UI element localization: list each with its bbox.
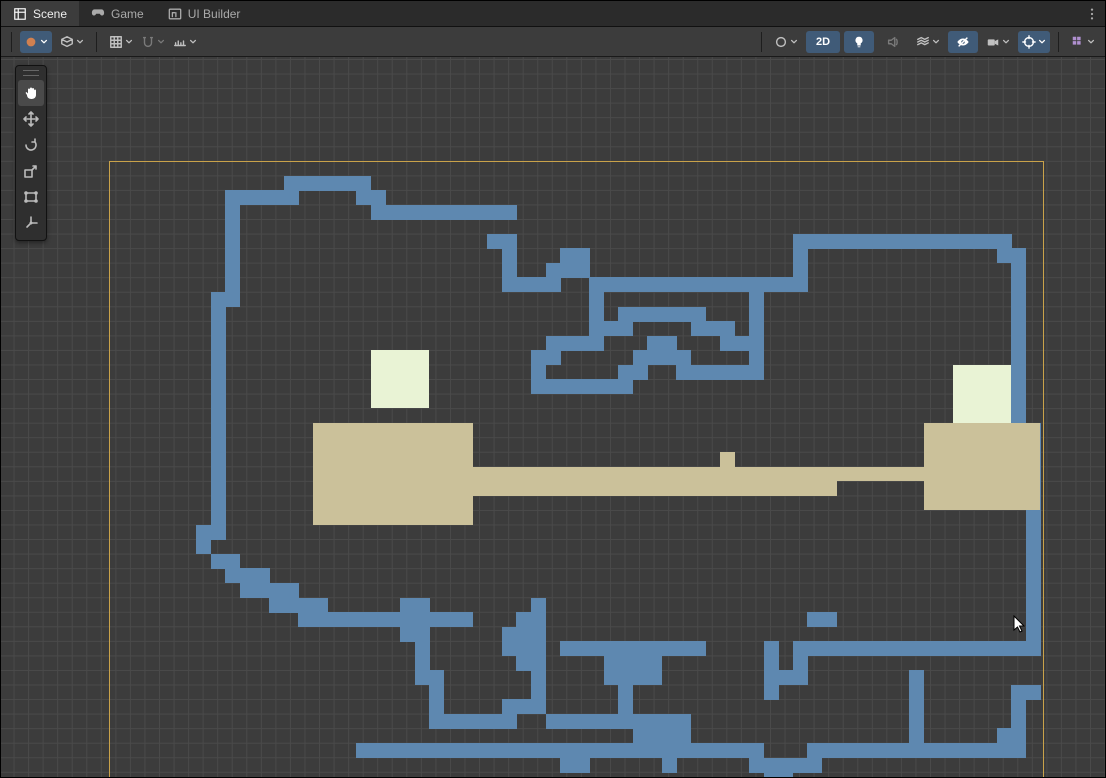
render-mode-group	[20, 31, 52, 53]
snap-button[interactable]	[137, 31, 169, 53]
tool-strip-grip[interactable]	[23, 70, 39, 76]
uibuilder-icon	[168, 7, 182, 21]
rect-tool-button[interactable]	[18, 184, 44, 210]
scene-toolbar: 2D	[1, 27, 1105, 57]
tab-uibuilder[interactable]: UI Builder	[156, 1, 253, 26]
fx-button[interactable]	[912, 31, 944, 53]
camera-bounds	[109, 161, 1044, 777]
toggle-2d-label: 2D	[816, 36, 830, 48]
divider	[761, 32, 762, 52]
tab-game-label: Game	[111, 7, 144, 21]
divider	[11, 32, 12, 52]
draw-mode-button[interactable]	[56, 31, 88, 53]
transform-tool-button[interactable]	[18, 210, 44, 236]
audio-button[interactable]	[878, 31, 908, 53]
camera-button[interactable]	[982, 31, 1014, 53]
debug-draw-button[interactable]	[770, 31, 802, 53]
tab-scene-label: Scene	[33, 7, 67, 21]
layout-button[interactable]	[1067, 31, 1099, 53]
gamepad-icon	[91, 5, 105, 22]
tab-scene[interactable]: Scene	[1, 1, 79, 26]
rotate-tool-button[interactable]	[18, 132, 44, 158]
tab-spacer	[252, 1, 1079, 26]
grid-group	[105, 31, 201, 53]
gizmos-button[interactable]	[1018, 31, 1050, 53]
hand-tool-button[interactable]	[18, 80, 44, 106]
scene-viewport[interactable]	[1, 57, 1105, 777]
divider	[96, 32, 97, 52]
tab-menu-button[interactable]	[1079, 1, 1105, 26]
scale-tool-button[interactable]	[18, 158, 44, 184]
tab-uibuilder-label: UI Builder	[188, 7, 241, 21]
lighting-button[interactable]	[844, 31, 874, 53]
scene-icon	[13, 7, 27, 21]
toggle-2d-button[interactable]: 2D	[806, 31, 840, 53]
grid-visibility-button[interactable]	[105, 31, 137, 53]
editor-window: Scene Game UI Builder	[0, 0, 1106, 778]
tab-bar: Scene Game UI Builder	[1, 1, 1105, 27]
mouse-cursor-icon	[1013, 615, 1027, 635]
hidden-objects-button[interactable]	[948, 31, 978, 53]
transform-tool-strip[interactable]	[15, 65, 47, 241]
shading-mode-button[interactable]	[20, 31, 52, 53]
tab-game[interactable]: Game	[79, 1, 156, 26]
divider	[1058, 32, 1059, 52]
draw-mode-group	[56, 31, 88, 53]
snap-increment-button[interactable]	[169, 31, 201, 53]
move-tool-button[interactable]	[18, 106, 44, 132]
viewport-grid	[1, 57, 1105, 777]
